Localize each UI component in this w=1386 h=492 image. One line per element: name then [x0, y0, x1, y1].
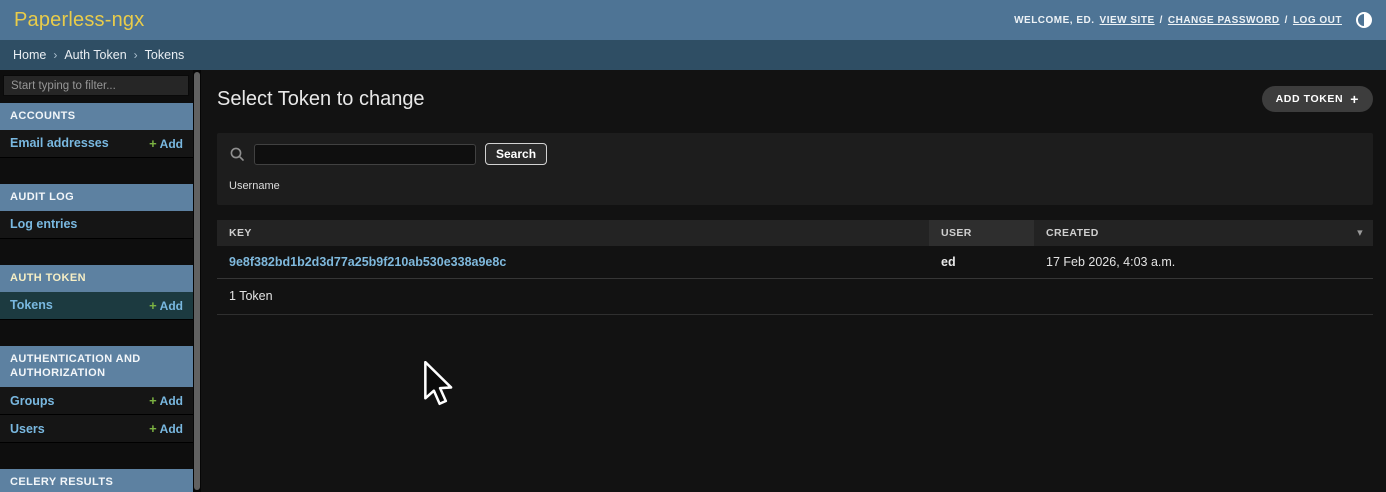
sidebar-item-log-entries[interactable]: Log entries: [0, 211, 193, 239]
sidebar-item-groups[interactable]: Groups +Add: [0, 387, 193, 415]
admin-sidebar: ACCOUNTS Email addresses +Add AUDIT LOG …: [0, 70, 193, 492]
sidebar-section-auth-token: AUTH TOKEN Tokens +Add: [0, 265, 193, 320]
add-group-button[interactable]: +Add: [149, 393, 183, 408]
sidebar-section-auth-authorization: AUTHENTICATION AND AUTHORIZATION Groups …: [0, 346, 193, 444]
token-user-cell: ed: [929, 246, 1034, 279]
view-site-link[interactable]: VIEW SITE: [1100, 15, 1155, 26]
search-field-label: Username: [229, 180, 1361, 192]
add-token-button[interactable]: ADD TOKEN +: [1262, 86, 1373, 112]
sidebar-scrollbar-thumb[interactable]: [194, 72, 200, 490]
tokens-table: KEY USER CREATED ▾ 9e8f382bd1b2d3d77a25b…: [217, 220, 1373, 279]
token-created-cell: 17 Feb 2026, 4:03 a.m.: [1034, 246, 1373, 279]
plus-icon: +: [149, 421, 157, 436]
section-title-auth-authorization: AUTHENTICATION AND AUTHORIZATION: [0, 346, 193, 388]
link-separator: /: [1160, 15, 1163, 26]
result-count: 1 Token: [217, 279, 1373, 315]
search-input[interactable]: [254, 144, 476, 165]
log-out-link[interactable]: LOG OUT: [1293, 15, 1342, 26]
add-token-sidebar-button[interactable]: +Add: [149, 298, 183, 313]
table-header-row: KEY USER CREATED ▾: [217, 220, 1373, 246]
breadcrumb-home[interactable]: Home: [13, 48, 46, 62]
theme-toggle-icon[interactable]: [1356, 12, 1372, 28]
section-title-celery-results: CELERY RESULTS: [0, 469, 193, 492]
main-content: Select Token to change ADD TOKEN + Searc…: [201, 70, 1386, 492]
welcome-text: WELCOME, ED.: [1014, 15, 1094, 26]
plus-icon: +: [149, 298, 157, 313]
sidebar-filter-input[interactable]: [3, 75, 189, 96]
column-header-user[interactable]: USER: [929, 220, 1034, 246]
search-panel: Search Username: [217, 133, 1373, 205]
column-header-created[interactable]: CREATED ▾: [1034, 220, 1373, 246]
user-tools: WELCOME, ED. VIEW SITE / CHANGE PASSWORD…: [1014, 12, 1372, 28]
sidebar-item-users[interactable]: Users +Add: [0, 415, 193, 443]
sidebar-scrollbar: [193, 70, 201, 492]
table-row: 9e8f382bd1b2d3d77a25b9f210ab530e338a9e8c…: [217, 246, 1373, 279]
page-title: Select Token to change: [217, 88, 425, 111]
breadcrumb-separator: ›: [134, 48, 138, 62]
change-password-link[interactable]: CHANGE PASSWORD: [1168, 15, 1280, 26]
search-button[interactable]: Search: [485, 143, 547, 165]
section-title-audit-log: AUDIT LOG: [0, 184, 193, 211]
top-header-bar: Paperless-ngx WELCOME, ED. VIEW SITE / C…: [0, 0, 1386, 40]
paperless-admin-page: Paperless-ngx WELCOME, ED. VIEW SITE / C…: [0, 0, 1386, 492]
plus-icon: +: [149, 136, 157, 151]
column-header-key[interactable]: KEY: [217, 220, 929, 246]
sidebar-section-accounts: ACCOUNTS Email addresses +Add: [0, 103, 193, 158]
link-separator: /: [1285, 15, 1288, 26]
add-user-button[interactable]: +Add: [149, 421, 183, 436]
sidebar-item-tokens[interactable]: Tokens +Add: [0, 292, 193, 320]
section-title-auth-token: AUTH TOKEN: [0, 265, 193, 292]
breadcrumb-current: Tokens: [145, 48, 185, 62]
plus-icon: +: [149, 393, 157, 408]
breadcrumb: Home › Auth Token › Tokens: [0, 40, 1386, 70]
add-email-address-button[interactable]: +Add: [149, 136, 183, 151]
section-title-accounts: ACCOUNTS: [0, 103, 193, 130]
sort-descending-icon[interactable]: ▾: [1357, 226, 1363, 239]
app-brand[interactable]: Paperless-ngx: [14, 9, 144, 32]
sidebar-item-email-addresses[interactable]: Email addresses +Add: [0, 130, 193, 158]
breadcrumb-separator: ›: [53, 48, 57, 62]
sidebar-section-audit-log: AUDIT LOG Log entries: [0, 184, 193, 239]
breadcrumb-auth-token[interactable]: Auth Token: [64, 48, 126, 62]
search-icon: [229, 146, 245, 162]
sidebar-section-celery-results: CELERY RESULTS: [0, 469, 193, 492]
token-key-link[interactable]: 9e8f382bd1b2d3d77a25b9f210ab530e338a9e8c: [229, 255, 506, 269]
plus-icon: +: [1350, 94, 1359, 104]
